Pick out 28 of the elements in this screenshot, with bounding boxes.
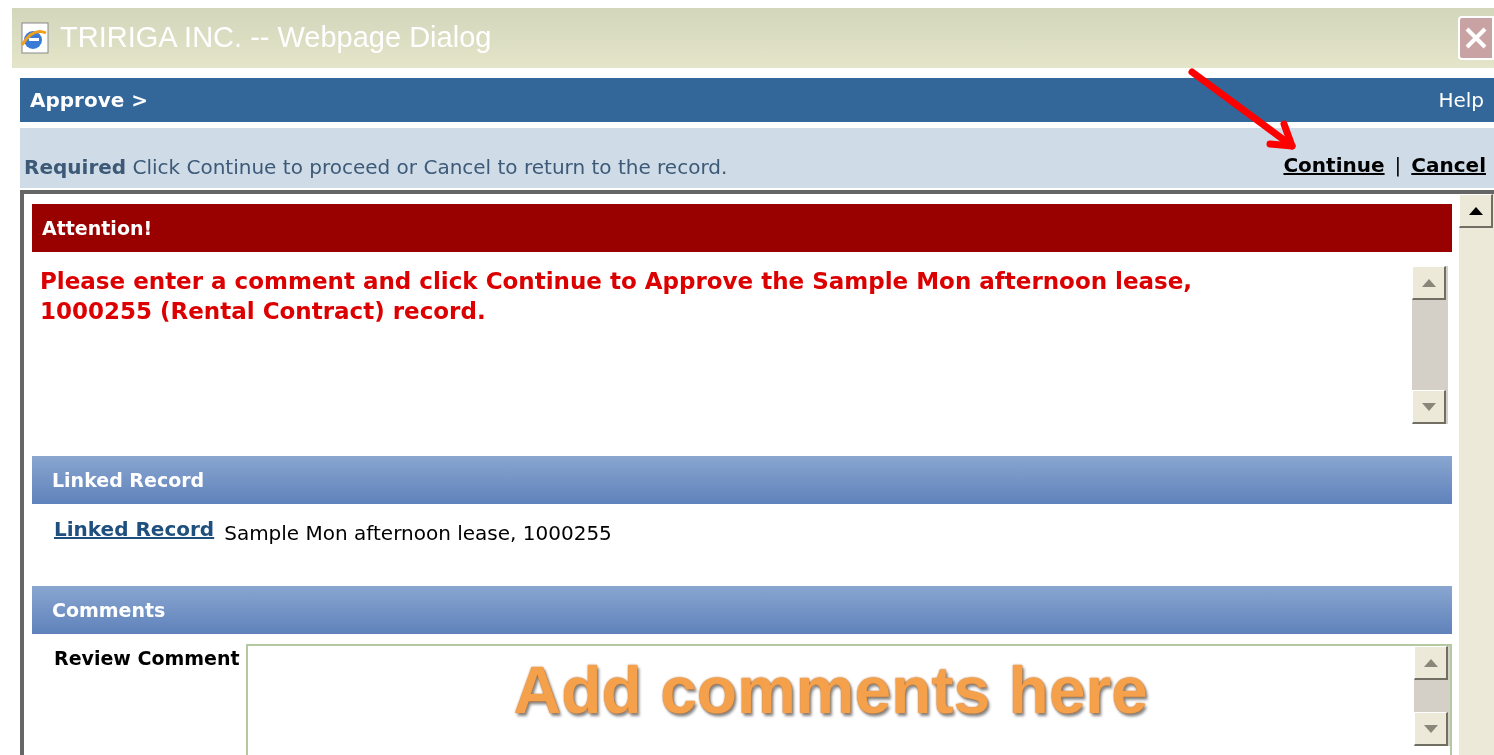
- down-triangle-icon: [1421, 402, 1436, 411]
- scroll-down-button[interactable]: [1412, 390, 1446, 424]
- up-triangle-icon: [1423, 658, 1438, 667]
- annotation-text: Add comments here: [513, 654, 1148, 729]
- breadcrumb: Approve >: [30, 87, 149, 114]
- scrollbar[interactable]: [1414, 646, 1450, 746]
- close-icon: [1464, 26, 1488, 50]
- up-triangle-icon: [1468, 206, 1483, 215]
- linked-record-link[interactable]: Linked Record: [54, 514, 215, 544]
- attention-message: Please enter a comment and click Continue to Approve the Sample Mon afternoon lease, 1000255 (Rental Contract) record.: [40, 267, 1194, 326]
- help-link[interactable]: Help: [1438, 85, 1484, 115]
- section-title: Linked Record: [52, 467, 205, 493]
- instruction-text: Required Click Continue to proceed or Cancel to return to the record.: [24, 154, 729, 180]
- scroll-down-button[interactable]: [1414, 712, 1448, 746]
- link-separator: |: [1394, 152, 1402, 179]
- field-label: Review Comment: [54, 646, 240, 671]
- window-title: TRIRIGA INC. -- Webpage Dialog: [60, 20, 492, 56]
- continue-link[interactable]: Continue: [1283, 150, 1385, 180]
- section-title: Attention!: [42, 215, 153, 241]
- scroll-up-button[interactable]: [1459, 194, 1493, 228]
- scrollbar[interactable]: [1458, 194, 1494, 755]
- up-triangle-icon: [1421, 278, 1436, 287]
- section-title: Comments: [52, 597, 166, 623]
- cancel-link[interactable]: Cancel: [1411, 150, 1486, 180]
- linked-record-value: Sample Mon afternoon lease, 1000255: [224, 520, 612, 547]
- browser-icon: [18, 21, 52, 55]
- down-triangle-icon: [1423, 724, 1438, 733]
- scrollbar[interactable]: [1412, 266, 1448, 424]
